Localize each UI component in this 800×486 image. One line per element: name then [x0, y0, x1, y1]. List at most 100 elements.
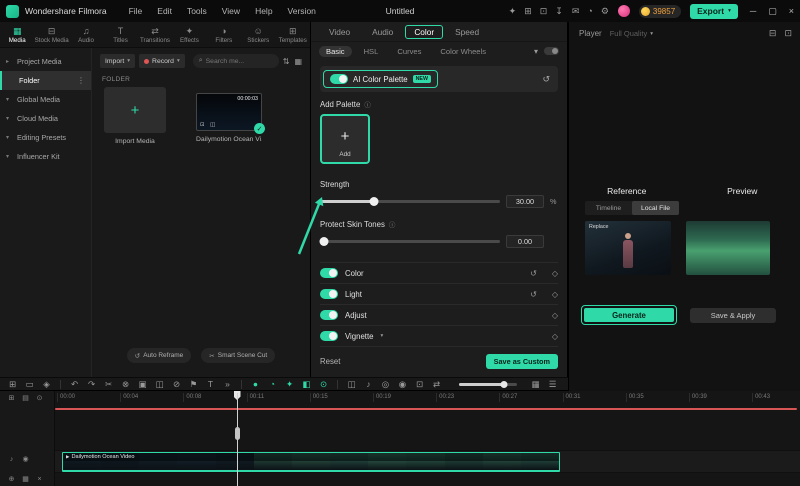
search-box[interactable]: ⌕ [192, 54, 279, 68]
tab-titles[interactable]: T Titles [103, 26, 137, 44]
add-track-icon[interactable]: ⊞ [5, 394, 18, 402]
timeline-zoom-slider[interactable] [459, 380, 517, 389]
sidebar-editing-presets[interactable]: ▾ Editing Presets [0, 128, 91, 147]
tab-timeline-source[interactable]: Timeline [585, 201, 632, 215]
text-icon[interactable]: T [202, 380, 219, 389]
sidebar-cloud-media[interactable]: ▾ Cloud Media [0, 109, 91, 128]
crop-icon[interactable]: ▣ [134, 380, 151, 389]
mini-player-icon[interactable]: ⊟ [769, 29, 777, 38]
lock-icon[interactable]: ⊙ [33, 394, 46, 402]
reset-icon[interactable]: ↺ [530, 269, 537, 278]
avatar[interactable] [617, 5, 630, 17]
save-apply-button[interactable]: Save & Apply [690, 307, 776, 323]
timeline-ruler[interactable]: 00:00 00:04 00:08 00:11 00:15 00:19 00:23 00:27… [57, 393, 800, 404]
strength-value-input[interactable] [506, 195, 544, 208]
record-icon[interactable]: ◉ [394, 380, 411, 389]
tab-filters[interactable]: ◑ Filters [207, 26, 241, 44]
slider-thumb[interactable] [369, 197, 379, 206]
tab-stickers[interactable]: ☺ Stickers [241, 26, 275, 44]
hide-track-icon[interactable]: ◉ [19, 455, 32, 463]
sidebar-folder[interactable]: Folder ⋮ [0, 71, 91, 90]
range-icon[interactable]: ⇄ [428, 380, 445, 389]
subtab-curves[interactable]: Curves [390, 46, 428, 57]
keyframe-icon[interactable]: ◇ [552, 269, 558, 278]
toggle[interactable] [320, 310, 338, 320]
mask-icon[interactable]: ◫ [343, 380, 360, 389]
smart-scene-cut-button[interactable]: ✂ Smart Scene Cut [201, 348, 276, 363]
snap-icon[interactable]: ◈ [38, 380, 55, 389]
close-button[interactable]: × [789, 6, 794, 16]
message-icon[interactable]: ✉ [572, 6, 580, 16]
toggle[interactable] [320, 289, 338, 299]
import-media-tile[interactable]: + Import Media [104, 87, 166, 145]
save-as-custom-button[interactable]: Save as Custom [485, 354, 558, 369]
reference-thumbnail[interactable]: Replace [585, 221, 671, 275]
reset-button[interactable]: Reset [320, 357, 340, 366]
reset-icon[interactable]: ↺ [530, 290, 537, 299]
scissors-icon[interactable]: ✂ [100, 380, 117, 389]
reset-icon[interactable]: ↺ [542, 74, 550, 85]
strength-slider[interactable] [320, 197, 500, 206]
menu-item[interactable]: Help [255, 6, 272, 16]
grid-view-icon[interactable]: ▦ [19, 475, 32, 483]
playhead-grip[interactable] [234, 427, 240, 440]
compare-toggle[interactable] [544, 47, 559, 55]
tab-templates[interactable]: ⊞ Templates [276, 26, 310, 44]
layout-icon[interactable]: ⊞ [4, 380, 21, 389]
generate-button[interactable]: Generate [584, 308, 674, 322]
marker-icon[interactable]: ⚑ [185, 380, 202, 389]
tab-effects[interactable]: ✦ Effects [172, 26, 206, 44]
mute-track-icon[interactable]: ♪ [5, 456, 18, 463]
tab-media[interactable]: ▦ Media [0, 26, 34, 44]
mic-icon[interactable]: ◎ [377, 380, 394, 389]
undo-icon[interactable]: ↶ [66, 380, 83, 389]
gift-icon[interactable]: ✦ [509, 6, 517, 16]
palette-icon[interactable]: ◧ [298, 380, 315, 389]
search-input[interactable] [205, 57, 273, 65]
speed-icon[interactable]: ⊘ [168, 380, 185, 389]
menu-item[interactable]: View [222, 6, 240, 16]
tab-speed[interactable]: Speed [445, 25, 489, 39]
keyframe-icon[interactable]: ◇ [552, 311, 558, 320]
screen-record-icon[interactable]: ⊡ [540, 6, 548, 16]
workspace-icon[interactable]: ⊞ [524, 6, 532, 16]
new-folder-icon[interactable]: ⊕ [5, 475, 18, 483]
skin-tones-slider[interactable] [319, 237, 500, 246]
keyframe-view-icon[interactable]: ▦ [527, 380, 544, 389]
track-menu-icon[interactable]: ▤ [19, 394, 32, 402]
slider-thumb[interactable] [500, 380, 508, 388]
quality-dropdown[interactable]: Full Quality ▾ [610, 29, 653, 38]
record-button[interactable]: Record ▾ [139, 54, 185, 68]
snapshot-icon[interactable]: ⊡ [411, 380, 428, 389]
fullscreen-icon[interactable]: ⊡ [784, 29, 792, 38]
toggle[interactable] [320, 268, 338, 278]
tab-audio-props[interactable]: Audio [362, 25, 403, 39]
media-clip-tile[interactable]: 00:00:03 ⊡ ◫ ✓ Dailymotion Ocean Vi... [196, 87, 265, 145]
chevron-down-icon[interactable]: ▾ [534, 47, 538, 56]
timeline-clip[interactable]: ▶ Dailymotion Ocean Video [62, 452, 560, 472]
ai-palette-toggle[interactable] [330, 74, 348, 84]
color-wheel-icon[interactable]: ◔ [264, 380, 281, 389]
subtab-color-wheels[interactable]: Color Wheels [433, 46, 493, 57]
keyframe-icon[interactable]: ◇ [552, 332, 558, 341]
download-icon[interactable]: ↧ [555, 6, 563, 16]
color-match-icon[interactable]: ⊙ [315, 380, 332, 389]
redo-icon[interactable]: ↷ [83, 380, 100, 389]
clip-thumbnail[interactable]: 00:00:03 ⊡ ◫ ✓ [196, 93, 265, 134]
list-view-icon[interactable]: ☰ [544, 380, 561, 389]
preview-thumbnail[interactable] [686, 221, 770, 275]
delete-track-icon[interactable]: × [33, 476, 46, 483]
sidebar-global-media[interactable]: ▾ Global Media [0, 90, 91, 109]
tab-video[interactable]: Video [319, 25, 360, 39]
tab-stock-media[interactable]: ⊟ Stock Media [34, 26, 69, 44]
tab-audio[interactable]: ♫ Audio [69, 26, 103, 44]
more-icon[interactable]: ⋮ [77, 76, 85, 85]
tab-local-file[interactable]: Local File [632, 201, 679, 215]
notification-icon[interactable]: ◔ [587, 6, 592, 16]
import-button[interactable]: Import ▾ [100, 54, 136, 68]
credits-badge[interactable]: 39857 [638, 4, 682, 18]
maximize-button[interactable]: ▢ [768, 6, 777, 17]
chevron-down-icon[interactable]: ▾ [380, 333, 383, 339]
tab-color[interactable]: Color [405, 24, 444, 39]
skin-value-input[interactable] [506, 235, 544, 248]
